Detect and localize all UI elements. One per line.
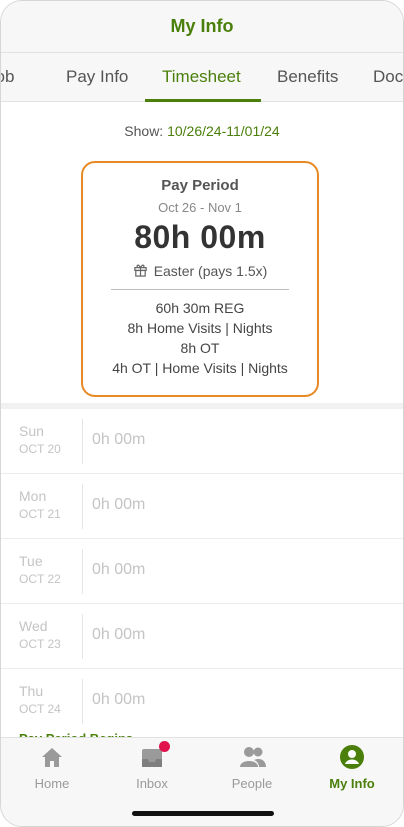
nav-my-info[interactable]: My Info (302, 744, 402, 791)
inbox-icon (139, 741, 170, 770)
day-row-sun[interactable]: Sun OCT 20 0h 00m (1, 409, 403, 474)
show-label: Show: (124, 123, 164, 139)
day-divider (82, 484, 83, 529)
day-date: OCT 22 (19, 572, 61, 586)
nav-label: Home (34, 776, 70, 791)
tab-documents[interactable]: Documents (373, 53, 403, 101)
tab-timesheet[interactable]: Timesheet (162, 53, 241, 101)
profile-icon (339, 744, 365, 770)
date-range-link[interactable]: 10/26/24-11/01/24 (167, 123, 280, 139)
nav-label: People (231, 776, 273, 791)
active-tab-indicator (145, 99, 261, 102)
day-name: Thu (19, 683, 44, 699)
holiday-label: Easter (pays 1.5x) (153, 263, 268, 279)
day-name: Tue (19, 553, 43, 569)
pay-period-dates: Oct 26 - Nov 1 (158, 200, 242, 215)
notification-badge (159, 741, 170, 752)
card-divider (111, 289, 289, 290)
day-name: Sun (19, 423, 44, 439)
people-icon (239, 744, 266, 770)
nav-home[interactable]: Home (2, 744, 102, 791)
nav-people[interactable]: People (202, 744, 302, 791)
breakdown-line: 8h Home Visits | Nights (127, 320, 273, 336)
pay-period-total: 80h 00m (134, 219, 266, 255)
home-indicator (132, 811, 274, 816)
header: My Info (1, 1, 403, 53)
page-title: My Info (170, 16, 234, 36)
breakdown-line: 8h OT (180, 340, 220, 356)
day-hours: 0h 00m (92, 431, 146, 448)
day-hours: 0h 00m (92, 496, 146, 513)
day-date: OCT 23 (19, 637, 61, 651)
pay-period-title: Pay Period (161, 177, 239, 194)
tab-bar: Job Pay Info Timesheet Benefits Document… (1, 53, 403, 102)
day-divider (82, 419, 83, 464)
day-row-tue[interactable]: Tue OCT 22 0h 00m (1, 539, 403, 604)
pay-period-card[interactable]: Pay Period Oct 26 - Nov 1 80h 00m Easter… (81, 161, 319, 397)
day-hours: 0h 00m (92, 691, 146, 708)
day-name: Mon (19, 488, 47, 504)
day-name: Wed (19, 618, 48, 634)
day-divider (82, 549, 83, 594)
nav-inbox[interactable]: Inbox (102, 741, 202, 791)
home-icon (39, 744, 65, 770)
day-row-thu[interactable]: Thu OCT 24 0h 00m (1, 669, 403, 734)
breakdown-line: 4h OT | Home Visits | Nights (112, 360, 288, 376)
gift-icon (133, 262, 148, 280)
tab-benefits[interactable]: Benefits (277, 53, 338, 101)
day-divider (82, 679, 83, 724)
nav-label: My Info (329, 776, 375, 791)
holiday-row: Easter (pays 1.5x) (83, 262, 317, 280)
nav-label: Inbox (136, 776, 168, 791)
date-range-selector[interactable]: Show: 10/26/24-11/01/24 (1, 123, 403, 139)
day-date: OCT 21 (19, 507, 61, 521)
day-hours: 0h 00m (92, 626, 146, 643)
tab-job[interactable]: Job (1, 53, 14, 101)
app-screen: My Info Job Pay Info Timesheet Benefits … (0, 0, 404, 827)
day-date: OCT 20 (19, 442, 61, 456)
breakdown-line: 60h 30m REG (155, 300, 245, 316)
day-hours: 0h 00m (92, 561, 146, 578)
day-date: OCT 24 (19, 702, 61, 716)
tab-pay-info[interactable]: Pay Info (66, 53, 128, 101)
day-row-wed[interactable]: Wed OCT 23 0h 00m (1, 604, 403, 669)
day-divider (82, 614, 83, 659)
day-row-mon[interactable]: Mon OCT 21 0h 00m (1, 474, 403, 539)
